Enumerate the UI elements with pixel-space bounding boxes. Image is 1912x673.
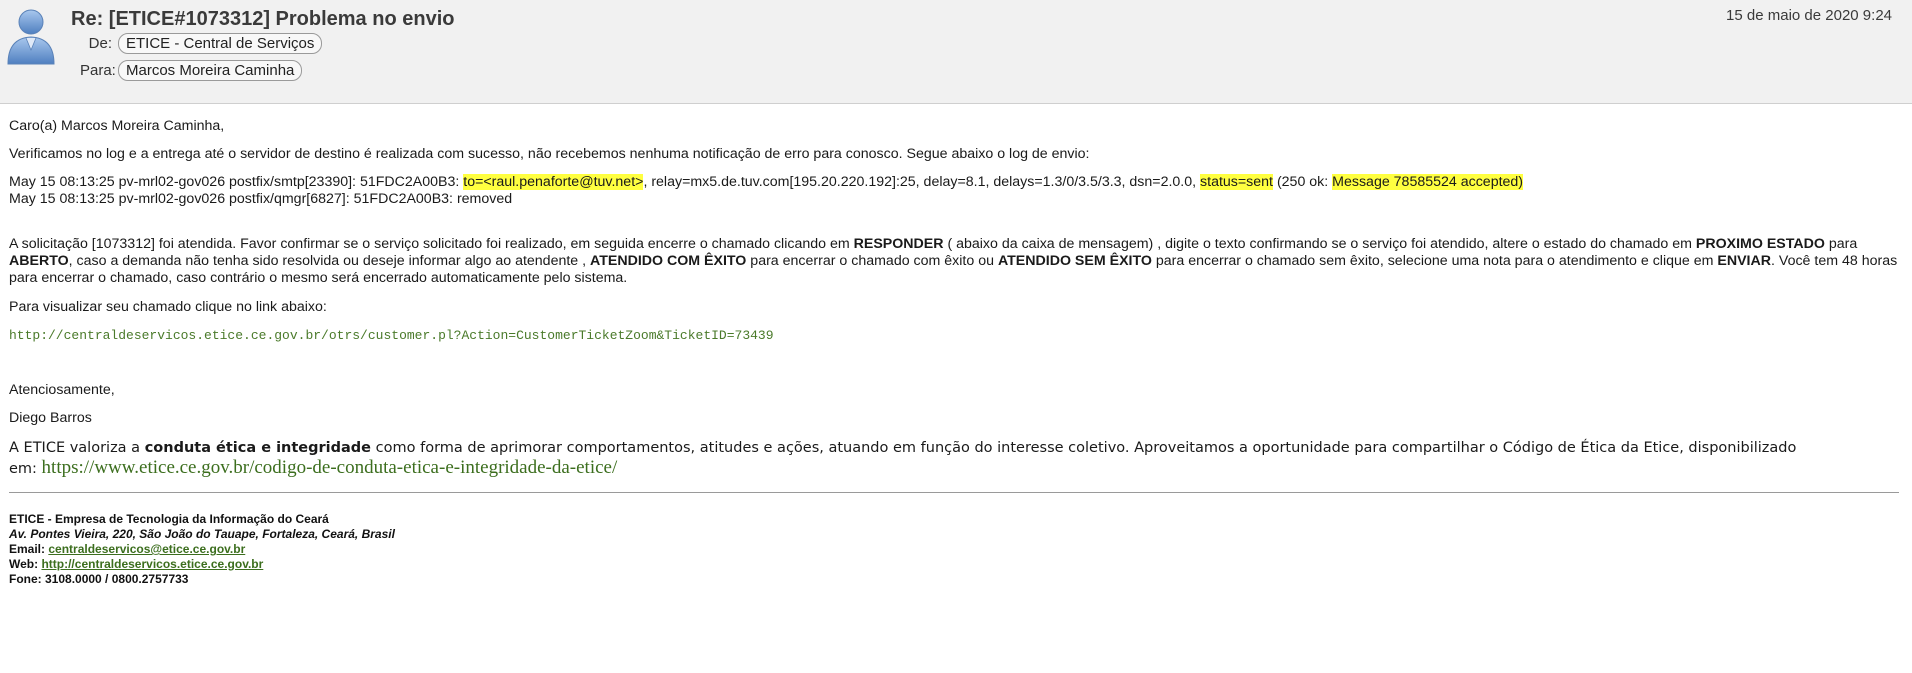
para-text-3: para: [1824, 236, 1858, 252]
para-text-1: A solicitação [1073312] foi atendida. Fa…: [9, 236, 854, 252]
from-label: De:: [88, 35, 112, 52]
log-line-1: May 15 08:13:25 pv-mrl02-gov026 postfix/…: [9, 174, 1899, 191]
intro-text: Verificamos no log e a entrega até o ser…: [9, 146, 1090, 162]
recipient-chip[interactable]: Marcos Moreira Caminha: [118, 60, 303, 81]
para-text-5: para encerrar o chamado com êxito ou: [746, 253, 998, 269]
signature-name: Diego Barros: [9, 410, 92, 426]
ticket-link[interactable]: http://centraldeservicos.etice.ce.gov.br…: [9, 328, 774, 343]
para-text-4: , caso a demanda não tenha sido resolvid…: [68, 253, 591, 269]
log1-after-status: (250 ok:: [1273, 174, 1333, 190]
footer-email-label: Email:: [9, 542, 49, 556]
email-date: 15 de maio de 2020 9:24: [1726, 7, 1892, 24]
message-header: Re: [ETICE#1073312] Problema no envio 15…: [0, 0, 1912, 104]
signature-divider: [9, 492, 1899, 493]
person-avatar-icon: [7, 9, 55, 65]
log1-accepted-highlight: Message 78585524 accepted): [1332, 174, 1524, 190]
para-bold-aberto: ABERTO: [9, 253, 69, 269]
log-line-2: May 15 08:13:25 pv-mrl02-gov026 postfix/…: [9, 191, 513, 207]
greeting: Caro(a) Marcos Moreira Caminha,: [9, 118, 225, 134]
para-bold-enviar: ENVIAR: [1717, 253, 1771, 269]
para-bold-com-exito: ATENDIDO COM ÊXITO: [590, 253, 747, 269]
footer-address: Av. Pontes Vieira, 220, São João do Taua…: [9, 527, 395, 541]
to-row: Para: Marcos Moreira Caminha: [80, 60, 303, 81]
para-bold-responder: RESPONDER: [853, 236, 944, 252]
message-body: Caro(a) Marcos Moreira Caminha, Verifica…: [9, 118, 1899, 587]
log1-prefix: May 15 08:13:25 pv-mrl02-gov026 postfix/…: [9, 174, 464, 190]
view-ticket-text: Para visualizar seu chamado clique no li…: [9, 299, 327, 315]
log1-to-highlight: to=<raul.penaforte@tuv.net>: [463, 174, 644, 190]
ethics-bold: conduta ética e integridade: [144, 440, 372, 456]
to-label: Para:: [80, 62, 116, 79]
from-row: De: ETICE - Central de Serviços: [80, 33, 323, 54]
log1-status-highlight: status=sent: [1200, 174, 1273, 190]
ethics-code-link[interactable]: https://www.etice.ce.gov.br/codigo-de-co…: [42, 457, 618, 478]
footer-signature: ETICE - Empresa de Tecnologia da Informa…: [9, 512, 1899, 587]
email-subject: Re: [ETICE#1073312] Problema no envio: [71, 8, 455, 30]
ethics-text-1: A ETICE valoriza a: [9, 440, 145, 456]
para-bold-proximo-estado: PROXIMO ESTADO: [1695, 236, 1825, 252]
para-text-2: ( abaixo da caixa de mensagem) , digite …: [943, 236, 1696, 252]
footer-org: ETICE - Empresa de Tecnologia da Informa…: [9, 512, 329, 526]
footer-phone: Fone: 3108.0000 / 0800.2757733: [9, 572, 189, 586]
para-text-6: para encerrar o chamado sem êxito, selec…: [1151, 253, 1718, 269]
footer-web-link[interactable]: http://centraldeservicos.etice.ce.gov.br: [41, 557, 263, 571]
footer-web-label: Web:: [9, 557, 42, 571]
closing-text: Atenciosamente,: [9, 382, 115, 398]
para-bold-sem-exito: ATENDIDO SEM ÊXITO: [997, 253, 1152, 269]
ethics-paragraph: A ETICE valoriza a conduta ética e integ…: [9, 438, 1819, 479]
footer-email-link[interactable]: centraldeservicos@etice.ce.gov.br: [48, 542, 245, 556]
instructions-paragraph: A solicitação [1073312] foi atendida. Fa…: [9, 236, 1899, 287]
log1-middle: , relay=mx5.de.tuv.com[195.20.220.192]:2…: [643, 174, 1201, 190]
sender-chip[interactable]: ETICE - Central de Serviços: [118, 33, 323, 54]
